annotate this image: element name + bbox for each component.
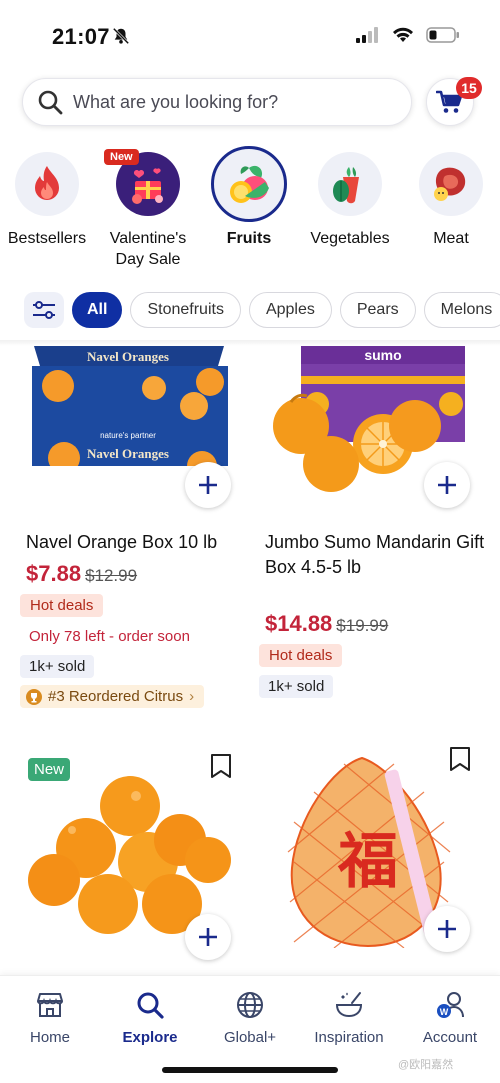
rank-tag[interactable]: #3 Reordered Citrus › [20, 685, 205, 708]
status-icons [356, 27, 460, 43]
category-vegetables[interactable]: Vegetables [300, 152, 400, 249]
tab-label: Account [422, 1029, 478, 1046]
sold-count-tag: 1k+ sold [20, 655, 95, 678]
bell-muted-icon [112, 27, 130, 45]
price-row: $14.88 $19.99 [265, 611, 388, 637]
search-icon [137, 992, 164, 1019]
box-text-bottom: Navel Oranges [87, 446, 169, 461]
search-bar[interactable] [22, 78, 412, 126]
add-to-cart-button[interactable] [185, 462, 231, 508]
sold-count-tag: 1k+ sold [259, 675, 334, 698]
chevron-right-icon: › [189, 688, 195, 705]
new-tag: New [104, 149, 139, 165]
fire-icon [15, 152, 79, 216]
pomelo-label-text: 福 [337, 827, 398, 897]
price: $7.88 [26, 561, 82, 586]
plus-icon [199, 476, 217, 494]
cart-count-badge: 15 [456, 77, 482, 99]
category-label: Fruits [226, 230, 272, 247]
chip-apples[interactable]: Apples [248, 292, 332, 328]
box-brand-text: nature's partner [100, 431, 156, 440]
hot-deals-tag: Hot deals [20, 594, 104, 617]
chip-stonefruits[interactable]: Stonefruits [130, 292, 241, 328]
tab-home[interactable]: Home [0, 990, 100, 1046]
category-fruits[interactable]: Fruits [199, 146, 299, 249]
category-label: Bestsellers [7, 230, 87, 247]
add-to-cart-button[interactable] [424, 906, 470, 952]
chip-melons[interactable]: Melons [423, 292, 500, 328]
tab-label: Home [29, 1029, 70, 1046]
tab-global-plus[interactable]: Global+ [200, 990, 300, 1046]
tab-label: Explore [122, 1029, 178, 1046]
plus-icon [438, 476, 456, 494]
status-bar: 21:07 [0, 0, 500, 70]
search-input[interactable] [73, 91, 393, 113]
filter-button[interactable] [24, 292, 64, 328]
hot-deals-tag: Hot deals [259, 644, 343, 667]
category-valentines-day-sale[interactable]: Valentine's Day Sale [98, 152, 198, 270]
watermark: @欧阳嘉然 [398, 1059, 454, 1071]
tab-label: Inspiration [314, 1029, 384, 1046]
tab-inspiration[interactable]: Inspiration [299, 990, 399, 1046]
category-label: Meat [433, 230, 469, 247]
plus-icon [438, 920, 456, 938]
price: $14.88 [265, 611, 333, 636]
stock-note: Only 78 left - order soon [29, 628, 190, 645]
tab-account[interactable]: W Account [400, 990, 500, 1046]
wifi-icon [393, 27, 413, 42]
signal-icon [356, 27, 378, 43]
box-text: sumo [364, 347, 401, 363]
original-price: $19.99 [336, 616, 389, 635]
add-to-cart-button[interactable] [185, 914, 231, 960]
globe-icon [237, 992, 263, 1018]
search-icon [38, 90, 63, 115]
plus-icon [199, 928, 217, 946]
category-label: Valentine's Day Sale [109, 230, 187, 268]
tab-explore[interactable]: Explore [100, 990, 200, 1046]
box-text-top: Navel Oranges [87, 349, 169, 364]
category-bestsellers[interactable]: Bestsellers [0, 152, 97, 249]
chip-pears[interactable]: Pears [339, 292, 416, 328]
product-title[interactable]: Navel Orange Box 10 lb [26, 530, 246, 555]
product-title[interactable]: Jumbo Sumo Mandarin Gift Box 4.5-5 lb [265, 530, 485, 580]
battery-icon [426, 27, 459, 43]
price-row: $7.88 $12.99 [26, 561, 137, 587]
svg-text:W: W [440, 1007, 449, 1017]
category-label: Vegetables [310, 230, 390, 247]
account-icon: W [437, 992, 464, 1018]
original-price: $12.99 [85, 566, 138, 585]
category-meat[interactable]: Meat [401, 152, 500, 249]
vegetable-icon [318, 152, 382, 216]
add-to-cart-button[interactable] [424, 462, 470, 508]
fruit-icon [211, 146, 287, 222]
home-indicator [162, 1067, 338, 1073]
status-time: 21:07 [52, 24, 110, 49]
trophy-icon [26, 688, 42, 705]
storefront-icon [37, 993, 63, 1017]
tab-label: Global+ [223, 1029, 277, 1046]
filter-chips: All Stonefruits Apples Pears Melons [24, 292, 500, 328]
rank-label: #3 Reordered Citrus [48, 688, 184, 705]
meat-icon [419, 152, 483, 216]
sliders-icon [33, 301, 55, 319]
bowl-icon [335, 992, 363, 1018]
chip-all[interactable]: All [72, 292, 123, 328]
